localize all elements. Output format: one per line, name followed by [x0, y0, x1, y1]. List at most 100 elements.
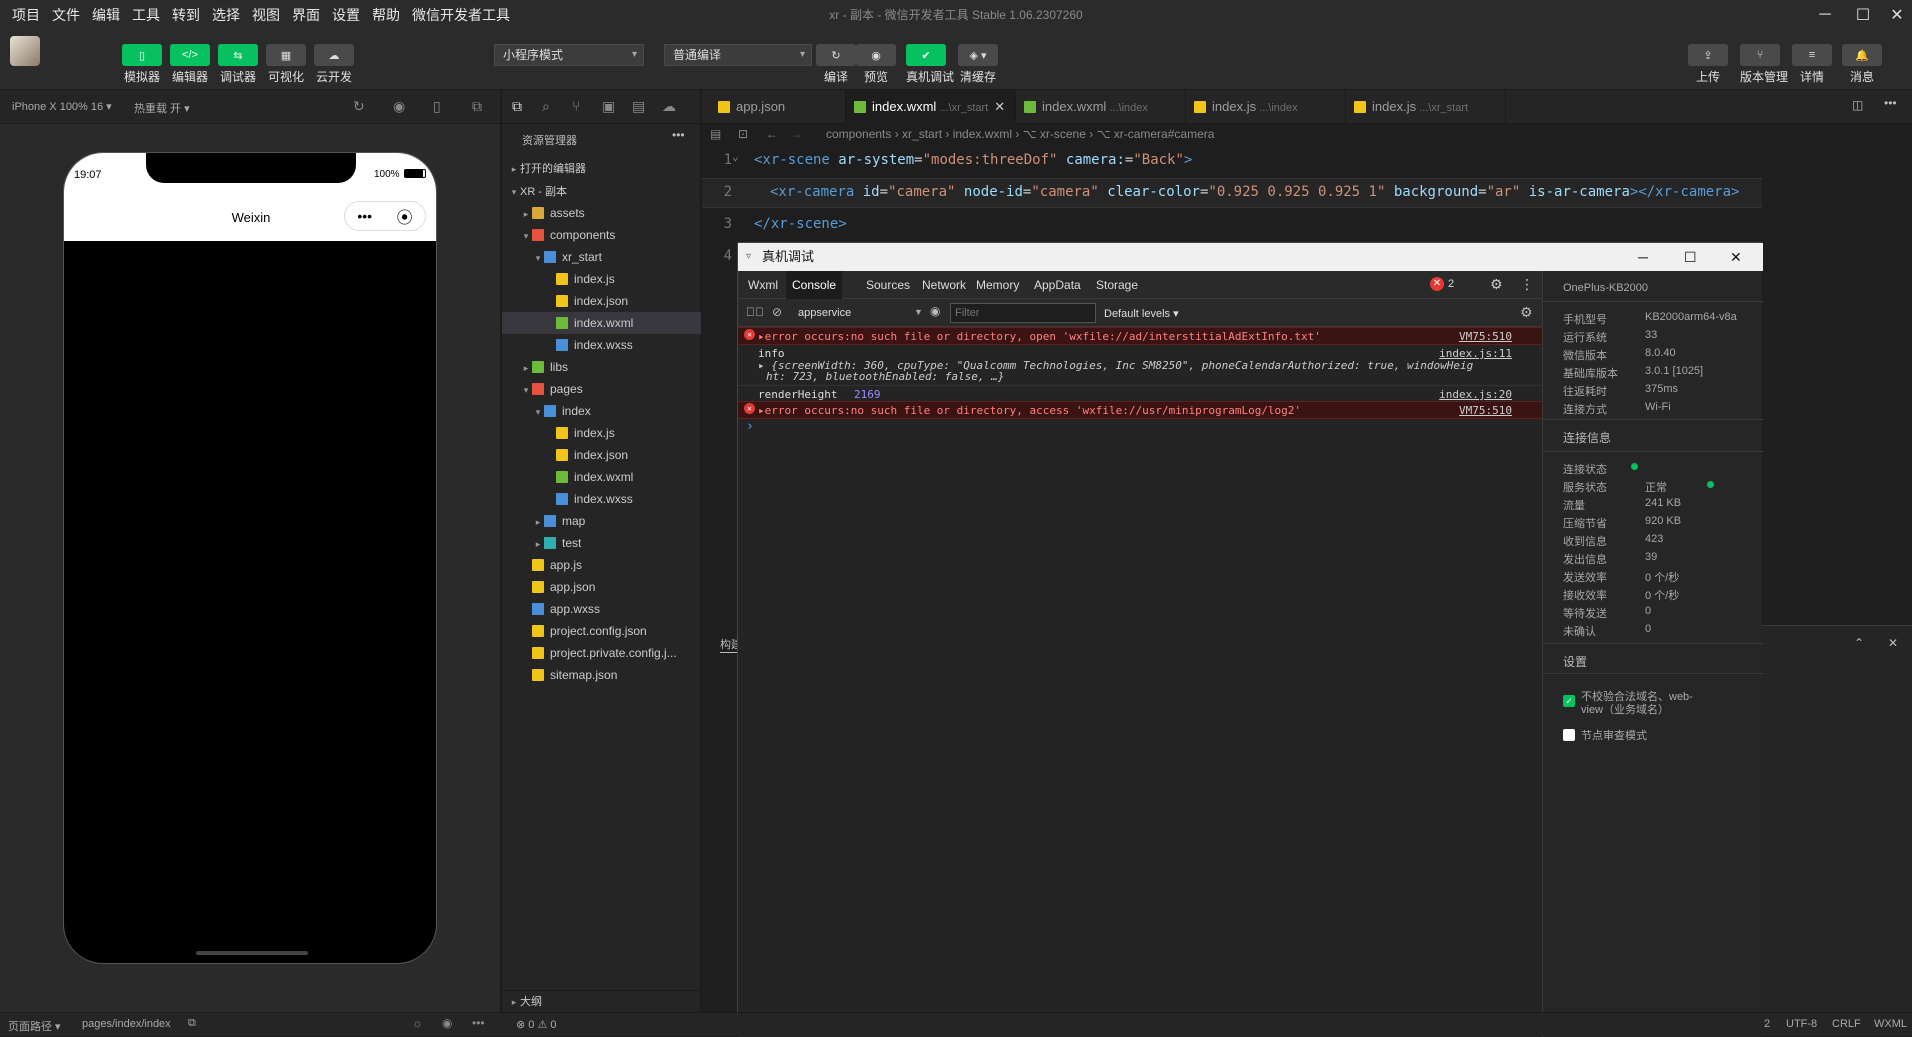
fold-icon[interactable]: ⌄ [732, 150, 739, 163]
capsule-close-icon[interactable]: ⦿ [397, 204, 413, 228]
menu-item-4[interactable]: 转到 [166, 5, 206, 25]
devtools-tab-memory[interactable]: Memory [970, 271, 1025, 299]
files-icon[interactable]: ⧉ [512, 98, 522, 115]
editor-more-icon[interactable]: ••• [1884, 96, 1897, 110]
hotreload-toggle[interactable]: 热重载 开 ▾ [134, 100, 190, 116]
editor-tab-1[interactable]: index.wxml ...\xr_start ✕ [846, 90, 1016, 124]
panel-collapse-icon[interactable]: ⌃ [1854, 636, 1864, 650]
popout-icon[interactable]: ⧉ [472, 98, 482, 115]
tree-item-21[interactable]: project.private.config.j... [502, 642, 701, 664]
console-error-row[interactable]: ✕ ▸error occurs:no such file or director… [738, 327, 1542, 345]
devtools-tab-storage[interactable]: Storage [1090, 271, 1144, 299]
phone-icon[interactable]: ▯ [433, 98, 441, 115]
status-line[interactable]: 2 [1764, 1018, 1770, 1030]
tree-item-12[interactable]: index.json [502, 444, 701, 466]
error-source-link[interactable]: VM75:510 [1459, 404, 1512, 417]
status-encoding[interactable]: UTF-8 [1786, 1018, 1817, 1030]
status-language[interactable]: WXML [1874, 1018, 1907, 1030]
compile-select[interactable]: 普通编译 [664, 44, 812, 66]
editor-tab-2[interactable]: index.wxml ...\index [1016, 90, 1186, 124]
toolbar-button-center_buttons-0[interactable]: ↻ 编译 [816, 44, 856, 90]
tree-item-3[interactable]: ▾ xr_start [502, 246, 701, 268]
console-prompt[interactable]: › [738, 419, 1542, 435]
tree-item-13[interactable]: index.wxml [502, 466, 701, 488]
editor-tab-0[interactable]: app.json [710, 90, 846, 124]
debug-icon[interactable]: ▤ [632, 98, 645, 115]
stop-icon[interactable]: ◉ [393, 98, 405, 115]
devtools-tab-console[interactable]: Console [786, 271, 843, 299]
tree-item-10[interactable]: ▾ index [502, 400, 701, 422]
menu-item-10[interactable]: 微信开发者工具 [406, 5, 516, 25]
menu-item-7[interactable]: 界面 [286, 5, 326, 25]
sidebar-toggle-icon[interactable]: ▸⃞ [746, 305, 764, 319]
menu-item-6[interactable]: 视图 [246, 5, 286, 25]
tree-item-18[interactable]: app.json [502, 576, 701, 598]
tree-item-16[interactable]: ▸ test [502, 532, 701, 554]
node-inspect-checkbox[interactable] [1563, 729, 1575, 741]
tree-item-6[interactable]: index.wxml [502, 312, 701, 334]
menu-item-0[interactable]: 项目 [6, 5, 46, 25]
toolbar-button-left_buttons-0[interactable]: ▯ 模拟器 [122, 44, 162, 90]
render-source-link[interactable]: index.js:20 [1439, 388, 1512, 401]
back-icon[interactable]: ← [766, 124, 778, 144]
close-icon[interactable]: ✕ [1878, 0, 1912, 30]
bookmark2-icon[interactable]: ⊡ [738, 124, 748, 144]
tree-item-20[interactable]: project.config.json [502, 620, 701, 642]
minimize-icon[interactable]: ─ [1806, 0, 1844, 30]
toolbar-button-center_buttons-3[interactable]: ◈ ▾ 清缓存 [958, 44, 998, 90]
search-icon[interactable]: ⌕ [542, 98, 550, 115]
editor-tab-4[interactable]: index.js ...\xr_start [1346, 90, 1506, 124]
tree-item-15[interactable]: ▸ map [502, 510, 701, 532]
devtools-close-icon[interactable]: ✕ [1730, 243, 1742, 271]
console-info-row[interactable]: info index.js:11 ▸ {screenWidth: 360, cp… [738, 345, 1542, 383]
devtools-tab-wxml[interactable]: Wxml [742, 271, 784, 299]
devtools-tab-appdata[interactable]: AppData [1028, 271, 1087, 299]
tree-item-22[interactable]: sitemap.json [502, 664, 701, 686]
outline-section[interactable]: ▸ 大纲 [502, 990, 701, 1012]
toolbar-button-left_buttons-4[interactable]: ☁ 云开发 [314, 44, 354, 90]
tree-item-11[interactable]: index.js [502, 422, 701, 444]
tree-item-5[interactable]: index.json [502, 290, 701, 312]
split-editor-icon[interactable]: ◫ [1852, 98, 1863, 112]
toolbar-button-right_buttons-0[interactable]: ⇪ 上传 [1688, 44, 1728, 90]
problems-count[interactable]: ⊗ 0 ⚠ 0 [516, 1018, 556, 1031]
bug-icon[interactable]: ☼ [412, 1016, 423, 1030]
toolbar-button-right_buttons-1[interactable]: ⑂ 版本管理 [1740, 44, 1788, 90]
menu-item-1[interactable]: 文件 [46, 5, 86, 25]
devtools-minimize-icon[interactable]: ─ [1638, 243, 1648, 271]
toolbar-button-left_buttons-2[interactable]: ⇆ 调试器 [218, 44, 258, 90]
status-more-icon[interactable]: ••• [472, 1016, 485, 1030]
toolbar-button-left_buttons-3[interactable]: ▦ 可视化 [266, 44, 306, 90]
context-select[interactable]: appservice [798, 307, 851, 319]
console-filter-input[interactable] [950, 303, 1096, 323]
context-dropdown-icon[interactable]: ▼ [914, 307, 923, 317]
more-icon[interactable]: ••• [357, 208, 372, 224]
code-editor[interactable]: 1 2 3 4 ⌄ <xr-scene ar-system="modes:thr… [702, 144, 1912, 264]
tree-item-4[interactable]: index.js [502, 268, 701, 290]
toolbar-button-center_buttons-2[interactable]: ✔ 真机调试 [906, 44, 954, 90]
extensions-icon[interactable]: ▣ [602, 98, 615, 115]
toolbar-button-center_buttons-1[interactable]: ◉ 预览 [856, 44, 896, 90]
tree-item-19[interactable]: app.wxss [502, 598, 701, 620]
devtools-tab-network[interactable]: Network [916, 271, 972, 299]
tree-item-7[interactable]: index.wxss [502, 334, 701, 356]
toolbar-button-right_buttons-2[interactable]: ≡ 详情 [1792, 44, 1832, 90]
preview-icon[interactable]: ◉ [442, 1016, 452, 1030]
refresh-icon[interactable]: ↻ [353, 98, 365, 115]
menu-item-3[interactable]: 工具 [126, 5, 166, 25]
capsule-menu[interactable]: ••• ⦿ [344, 201, 426, 231]
maximize-icon[interactable]: ☐ [1844, 0, 1882, 30]
tree-item-1[interactable]: ▸ assets [502, 202, 701, 224]
domain-check-checkbox[interactable]: ✓ [1563, 695, 1575, 707]
tree-item-0[interactable]: ▾ XR - 副本 [502, 180, 701, 202]
console-settings-icon[interactable]: ⚙ [1520, 304, 1533, 321]
tree-item-14[interactable]: index.wxss [502, 488, 701, 510]
tree-item-2[interactable]: ▾ components [502, 224, 701, 246]
tree-item-17[interactable]: app.js [502, 554, 701, 576]
status-eol[interactable]: CRLF [1832, 1018, 1861, 1030]
clear-console-icon[interactable]: ⊘ [772, 305, 782, 319]
bookmark-icon[interactable]: ▤ [710, 124, 721, 144]
git-icon[interactable]: ⑂ [572, 98, 580, 114]
forward-icon[interactable]: → [790, 124, 802, 144]
menu-item-9[interactable]: 帮助 [366, 5, 406, 25]
